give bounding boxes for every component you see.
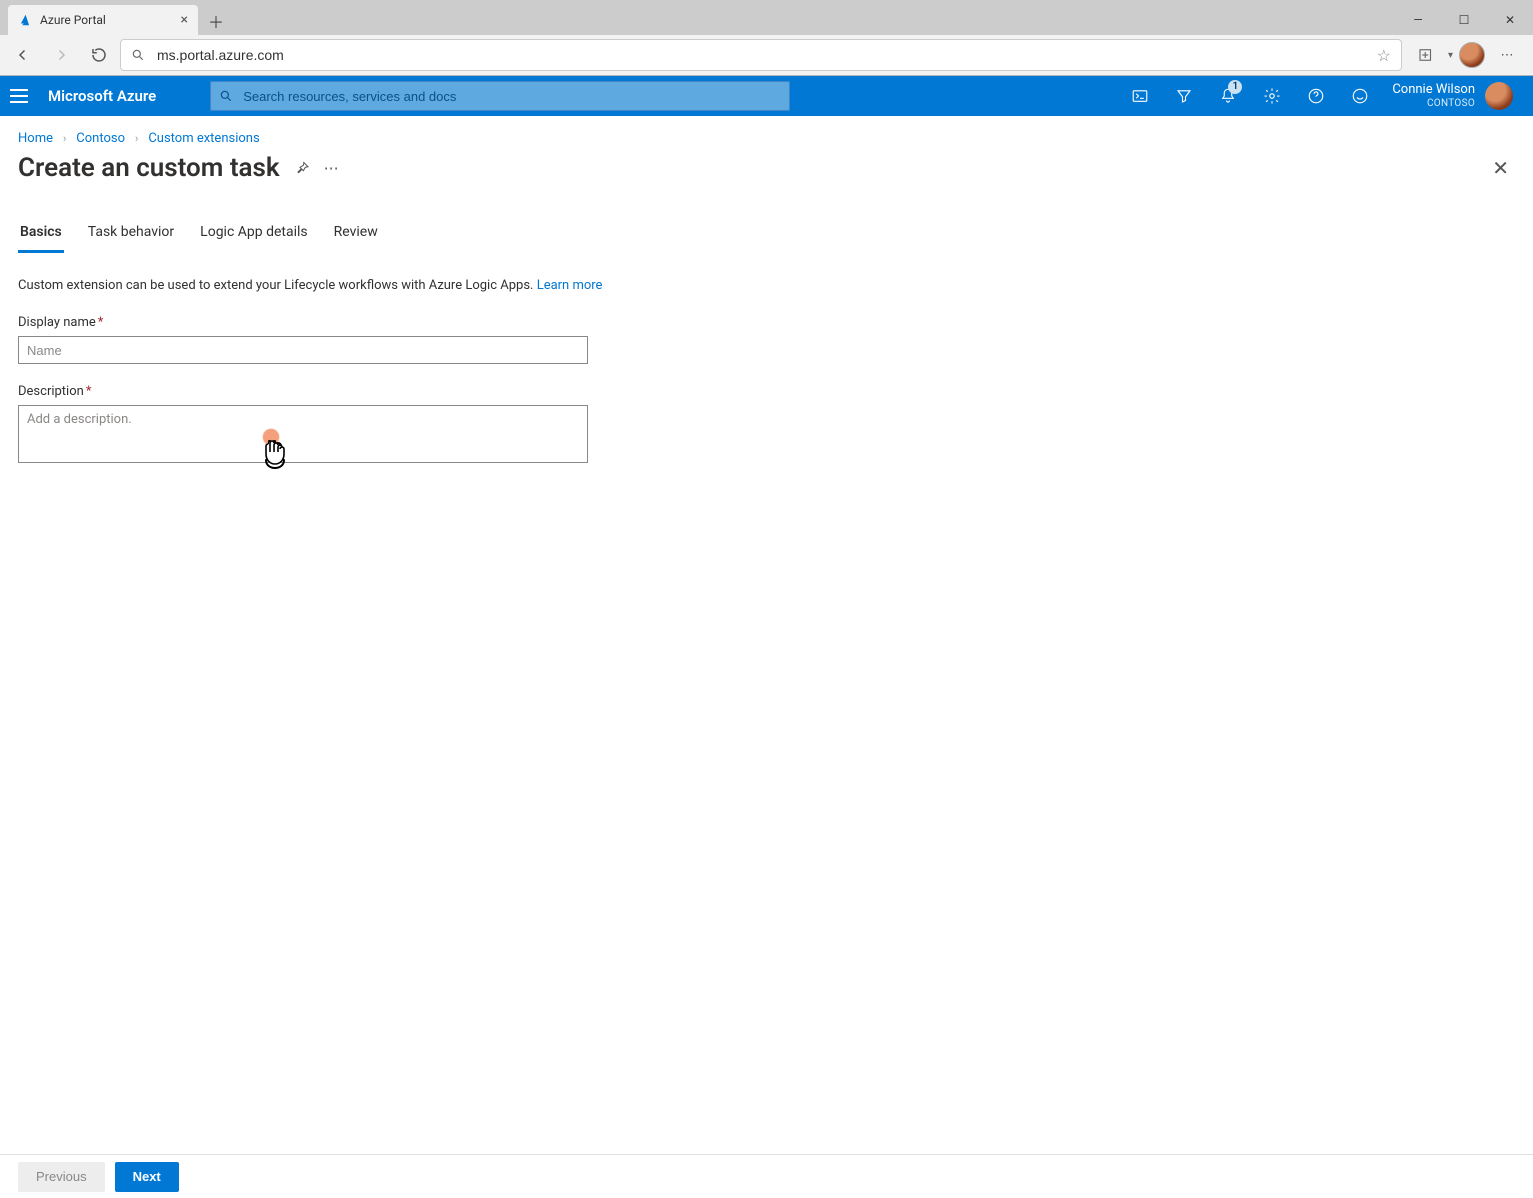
required-icon: *: [98, 315, 104, 330]
display-name-input[interactable]: [18, 336, 588, 364]
tab-logic-app-details[interactable]: Logic App details: [198, 216, 309, 253]
global-search-box[interactable]: [210, 81, 790, 111]
blade-title: Create an custom task: [18, 153, 280, 183]
tenant-name: CONTOSO: [1392, 98, 1475, 110]
browser-menu-icon[interactable]: ⋯: [1491, 39, 1523, 71]
azure-favicon-icon: [18, 13, 32, 27]
description-label: Description*: [18, 384, 588, 399]
search-icon: [219, 89, 233, 103]
feedback-icon[interactable]: [1338, 76, 1382, 116]
address-input[interactable]: [155, 46, 1367, 64]
more-icon[interactable]: ⋯: [324, 159, 339, 177]
breadcrumb-link-custom-extensions[interactable]: Custom extensions: [148, 131, 259, 146]
breadcrumb-link-home[interactable]: Home: [18, 131, 53, 146]
window-controls: — ☐ ✕: [1395, 5, 1533, 35]
window-minimize-icon[interactable]: —: [1395, 5, 1441, 35]
next-button[interactable]: Next: [115, 1162, 179, 1192]
global-search-input[interactable]: [241, 88, 781, 105]
help-icon[interactable]: [1294, 76, 1338, 116]
cloud-shell-icon[interactable]: [1118, 76, 1162, 116]
directory-filter-icon[interactable]: [1162, 76, 1206, 116]
previous-button[interactable]: Previous: [18, 1162, 105, 1192]
learn-more-link[interactable]: Learn more: [537, 278, 603, 293]
search-icon: [131, 48, 145, 62]
top-bar-actions: 1 Connie Wilson CONTOSO: [1118, 76, 1523, 116]
profile-avatar-icon[interactable]: [1459, 42, 1485, 68]
required-icon: *: [86, 384, 92, 399]
breadcrumb-link-contoso[interactable]: Contoso: [76, 131, 125, 146]
blade-tabs: Basics Task behavior Logic App details R…: [18, 216, 1515, 254]
chevron-down-icon[interactable]: ▾: [1448, 50, 1453, 61]
intro-text: Custom extension can be used to extend y…: [18, 278, 1515, 293]
browser-tab[interactable]: Azure Portal ×: [8, 5, 198, 35]
user-avatar-icon: [1485, 82, 1513, 110]
favorite-star-icon[interactable]: ☆: [1377, 46, 1391, 65]
nav-refresh-button[interactable]: [82, 38, 116, 72]
pin-icon[interactable]: [294, 160, 310, 176]
tab-review[interactable]: Review: [332, 216, 380, 253]
global-search: [210, 81, 790, 111]
azure-brand[interactable]: Microsoft Azure: [48, 87, 156, 105]
nav-back-button[interactable]: [6, 38, 40, 72]
close-blade-button[interactable]: ✕: [1486, 150, 1515, 186]
intro-body: Custom extension can be used to extend y…: [18, 278, 537, 293]
settings-gear-icon[interactable]: [1250, 76, 1294, 116]
notifications-badge: 1: [1228, 80, 1242, 94]
browser-chrome: Azure Portal × ＋ — ☐ ✕ ☆ ▾: [0, 0, 1533, 76]
tab-task-behavior[interactable]: Task behavior: [86, 216, 176, 253]
azure-top-bar: Microsoft Azure 1 Connie Wilson: [0, 76, 1533, 116]
blade-content: Home › Contoso › Custom extensions Creat…: [0, 115, 1533, 1154]
display-name-label: Display name*: [18, 315, 588, 330]
nav-forward-button[interactable]: [44, 38, 78, 72]
breadcrumb: Home › Contoso › Custom extensions: [18, 131, 1515, 146]
user-name: Connie Wilson: [1392, 83, 1475, 98]
chevron-right-icon: ›: [135, 132, 138, 145]
account-menu[interactable]: Connie Wilson CONTOSO: [1382, 82, 1523, 110]
collections-icon[interactable]: [1410, 39, 1442, 71]
description-input[interactable]: [18, 405, 588, 463]
tab-strip: Azure Portal × ＋ — ☐ ✕: [0, 0, 1533, 35]
blade-header: Create an custom task ⋯ ✕: [18, 150, 1515, 186]
notifications-icon[interactable]: 1: [1206, 76, 1250, 116]
basics-form: Display name* Description*: [18, 315, 588, 467]
window-close-icon[interactable]: ✕: [1487, 5, 1533, 35]
portal-menu-button[interactable]: [10, 84, 34, 108]
tab-close-icon[interactable]: ×: [181, 13, 188, 27]
chevron-right-icon: ›: [63, 132, 66, 145]
window-maximize-icon[interactable]: ☐: [1441, 5, 1487, 35]
address-bar[interactable]: ☆: [120, 39, 1402, 71]
wizard-footer: Previous Next: [0, 1154, 1533, 1198]
tab-basics[interactable]: Basics: [18, 216, 64, 253]
browser-tab-title: Azure Portal: [40, 13, 106, 27]
address-row: ☆ ▾ ⋯: [0, 35, 1533, 75]
new-tab-button[interactable]: ＋: [202, 7, 230, 35]
